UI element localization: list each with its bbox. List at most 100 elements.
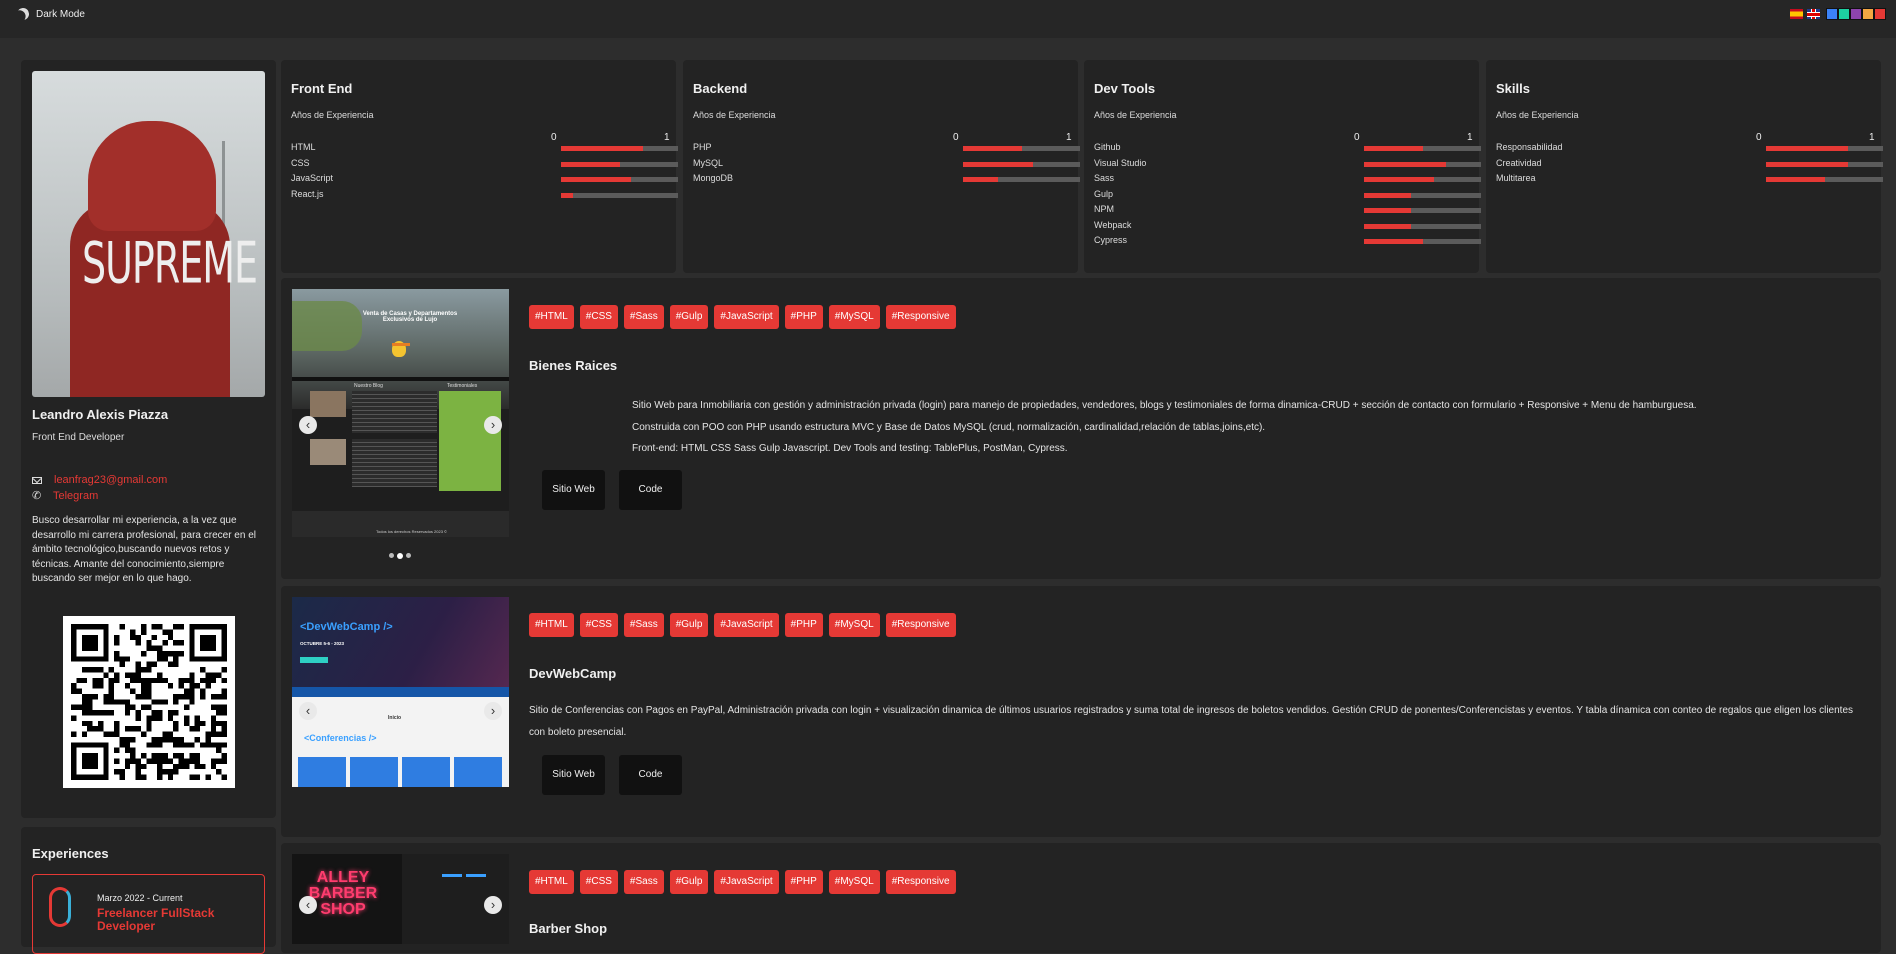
carousel-next-button[interactable]: › (484, 896, 502, 914)
skill-row: MySQL (693, 158, 1080, 173)
skill-row: Responsabilidad (1496, 142, 1883, 157)
screenshot-section-text: <Conferencias /> (304, 733, 377, 743)
tech-tag[interactable]: #Sass (623, 305, 664, 329)
tech-tag[interactable]: #PHP (784, 870, 823, 894)
tech-tag[interactable]: #CSS (579, 870, 618, 894)
language-and-theme-selector (1790, 8, 1886, 20)
carousel-dot[interactable] (397, 552, 403, 559)
screenshot-blog-title: Nuestro Blog (354, 383, 383, 389)
project-tags: #HTML #CSS #Sass #Gulp #JavaScript #PHP #MySQL… (529, 305, 956, 329)
skill-row: Webpack (1094, 220, 1481, 235)
project-description: Sitio de Conferencias con Pagos en PayPa… (529, 700, 1869, 743)
tech-tag[interactable]: #PHP (784, 613, 823, 637)
tech-tag[interactable]: #JavaScript (714, 305, 779, 329)
skill-bar-track (561, 177, 678, 182)
skill-row: React.js (291, 189, 678, 204)
dark-mode-label: Dark Mode (36, 8, 85, 20)
skill-label: Visual Studio (1094, 157, 1147, 168)
skill-bar-fill (1766, 177, 1825, 182)
skill-bar-track (1766, 161, 1883, 167)
tech-tag[interactable]: #CSS (579, 613, 618, 637)
uk-flag-icon[interactable] (1807, 9, 1820, 19)
skill-bar-track (1364, 161, 1481, 167)
skill-row: JavaScript (291, 173, 678, 188)
tech-tag[interactable]: #MySQL (828, 613, 880, 637)
code-button[interactable]: Code (619, 470, 682, 510)
skill-bar-fill (1364, 192, 1411, 198)
tech-tag[interactable]: #JavaScript (714, 870, 779, 894)
tech-tag[interactable]: #MySQL (828, 305, 880, 329)
telegram-contact: ✆ Telegram (32, 490, 98, 502)
screenshot-sub-text: Inicio (388, 715, 402, 721)
tech-tag[interactable]: #Sass (623, 613, 664, 637)
carousel-next-button[interactable]: › (484, 702, 502, 720)
project-card-barber-shop: ALLEY BARBER SHOP ‹ › #HTML #CSS #Sass #Gul… (281, 843, 1881, 953)
qr-code (63, 616, 235, 788)
site-button[interactable]: Sitio Web (542, 470, 605, 510)
carousel-prev-button[interactable]: ‹ (299, 416, 317, 434)
theme-color-swatch[interactable] (1874, 8, 1886, 20)
tech-tag[interactable]: #Gulp (669, 870, 709, 894)
carousel-prev-button[interactable]: ‹ (299, 702, 317, 720)
theme-color-swatches (1826, 8, 1886, 20)
skill-bar-fill (1766, 161, 1848, 167)
profile-photo: SUPREME (32, 71, 265, 397)
project-description: Sitio Web para Inmobiliaria con gestión … (632, 395, 1872, 460)
skill-bar-fill (561, 161, 620, 167)
tech-tag[interactable]: #PHP (784, 305, 823, 329)
email-link[interactable]: leanfrag23@gmail.com (54, 474, 167, 486)
carousel-dot[interactable] (389, 553, 394, 558)
tech-tag[interactable]: #Gulp (669, 613, 709, 637)
skill-row: NPM (1094, 204, 1481, 219)
skill-row: MongoDB (693, 173, 1080, 188)
experience-item: Marzo 2022 - Current Freelancer FullStac… (32, 874, 265, 954)
skill-row: Visual Studio (1094, 157, 1481, 173)
profile-card: SUPREME Leandro Alexis Piazza Front End … (21, 60, 276, 818)
tech-tag[interactable]: #MySQL (828, 870, 880, 894)
project-title: DevWebCamp (529, 666, 617, 681)
es-flag-icon[interactable] (1790, 9, 1803, 19)
tech-tag[interactable]: #HTML (529, 613, 574, 637)
skill-bar-track (1364, 223, 1481, 229)
code-button[interactable]: Code (619, 755, 682, 795)
skill-bar-track (561, 192, 678, 198)
tech-tag[interactable]: #Responsive (885, 613, 956, 637)
tech-tag[interactable]: #Sass (623, 870, 664, 894)
skill-label: MongoDB (693, 173, 734, 183)
site-button[interactable]: Sitio Web (542, 755, 605, 795)
project-tags: #HTML #CSS #Sass #Gulp #JavaScript #PHP #MySQL… (529, 613, 956, 637)
theme-color-swatch[interactable] (1862, 8, 1874, 20)
carousel-dot[interactable] (406, 553, 411, 558)
description-paragraph: Sitio Web para Inmobiliaria con gestión … (632, 400, 1697, 411)
skill-bar-fill (1364, 223, 1411, 229)
theme-color-swatch[interactable] (1850, 8, 1862, 20)
skill-row: HTML (291, 142, 678, 157)
skill-row: Sass (1094, 173, 1481, 188)
project-title: Bienes Raices (529, 358, 618, 373)
tech-tag[interactable]: #JavaScript (714, 613, 779, 637)
tech-tag[interactable]: #Responsive (885, 870, 956, 894)
skill-label: Sass (1094, 173, 1115, 183)
project-carousel: Venta de Casas y Departamentos Exclusivo… (292, 289, 509, 561)
skill-bar-track (963, 146, 1080, 151)
dark-mode-toggle[interactable]: Dark Mode (17, 8, 85, 20)
skill-row: Multitarea (1496, 173, 1883, 188)
skill-label: PHP (693, 142, 712, 152)
tech-tag[interactable]: #Gulp (669, 305, 709, 329)
skill-bar-track (963, 161, 1080, 167)
theme-color-swatch[interactable] (1826, 8, 1838, 20)
mail-icon (32, 476, 42, 484)
carousel-prev-button[interactable]: ‹ (299, 896, 317, 914)
tech-tag[interactable]: #HTML (529, 870, 574, 894)
tech-tag[interactable]: #Responsive (885, 305, 956, 329)
skill-row: Creatividad (1496, 158, 1883, 173)
theme-color-swatch[interactable] (1838, 8, 1850, 20)
skill-bar-fill (561, 192, 573, 198)
skill-bar-fill (1766, 146, 1848, 151)
telegram-link[interactable]: Telegram (53, 490, 98, 502)
tech-tag[interactable]: #CSS (579, 305, 618, 329)
carousel-next-button[interactable]: › (484, 416, 502, 434)
description-paragraph: Front-end: HTML CSS Sass Gulp Javascript… (632, 443, 1068, 454)
tech-tag[interactable]: #HTML (529, 305, 574, 329)
skill-bar-fill (1364, 146, 1423, 151)
